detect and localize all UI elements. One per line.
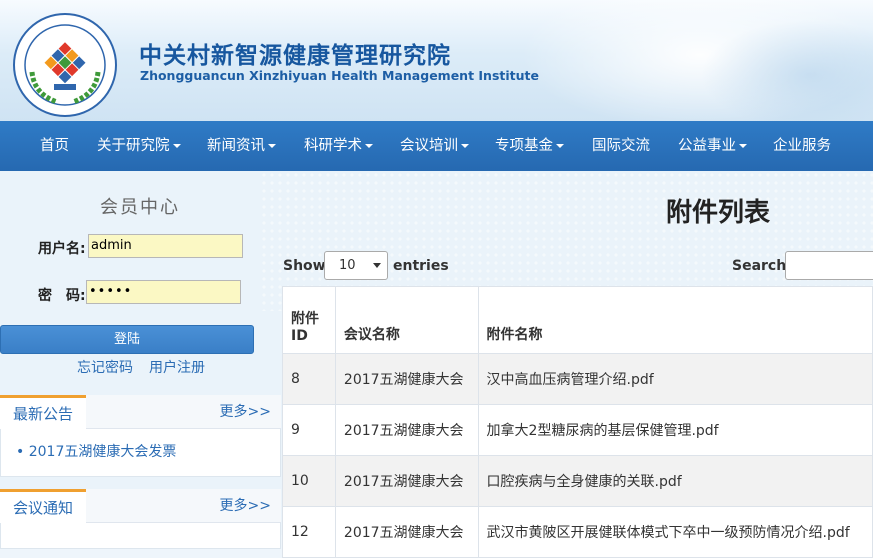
cell-file-link[interactable]: 口腔疾病与全身健康的关联.pdf bbox=[477, 455, 873, 507]
site-header: 中关村新智源健康管理研究院 Zhongguancun Xinzhiyuan He… bbox=[0, 0, 873, 121]
nav-item-charity[interactable]: 公益事业 bbox=[678, 121, 747, 171]
nav-item-label: 企业服务 bbox=[773, 138, 831, 154]
nav-item-enterprise[interactable]: 企业服务 bbox=[773, 121, 831, 171]
nav-item-label: 首页 bbox=[40, 138, 69, 154]
column-header-id-line1: 附件 bbox=[291, 311, 319, 327]
announcements-more-link[interactable]: 更多>> bbox=[220, 395, 271, 429]
nav-item-research[interactable]: 科研学术 bbox=[304, 121, 373, 171]
column-header-id-line2: ID bbox=[291, 328, 308, 344]
caret-down-icon bbox=[461, 144, 469, 148]
table-row[interactable]: 10 2017五湖健康大会 口腔疾病与全身健康的关联.pdf bbox=[282, 455, 873, 507]
attachments-table: 附件 ID 会议名称 附件名称 8 2017五湖健康大会 汉中高血压病管理介绍.p… bbox=[282, 286, 873, 558]
register-link[interactable]: 用户注册 bbox=[149, 357, 205, 377]
entries-label: entries bbox=[393, 258, 449, 274]
table-header-row: 附件 ID 会议名称 附件名称 bbox=[282, 286, 873, 354]
cell-meeting: 2017五湖健康大会 bbox=[334, 404, 479, 456]
meetings-more-link[interactable]: 更多>> bbox=[220, 489, 271, 523]
caret-down-icon bbox=[556, 144, 564, 148]
search-label: Search: bbox=[732, 258, 792, 274]
password-label: 密 码: bbox=[38, 288, 86, 304]
meetings-header: 会议通知 更多>> bbox=[0, 489, 281, 523]
search-input[interactable] bbox=[785, 251, 873, 280]
member-center-title: 会员中心 bbox=[100, 197, 180, 218]
site-title-cn: 中关村新智源健康管理研究院 bbox=[139, 43, 451, 69]
nav-item-fund[interactable]: 专项基金 bbox=[495, 121, 564, 171]
password-input[interactable]: ••••• bbox=[86, 280, 241, 304]
meetings-tab[interactable]: 会议通知 bbox=[0, 489, 87, 523]
nav-item-news[interactable]: 新闻资讯 bbox=[207, 121, 276, 171]
nav-item-conference[interactable]: 会议培训 bbox=[400, 121, 469, 171]
announcements-tab[interactable]: 最新公告 bbox=[0, 395, 87, 429]
caret-down-icon bbox=[172, 144, 181, 148]
nav-item-international[interactable]: 国际交流 bbox=[592, 121, 650, 171]
table-row[interactable]: 12 2017五湖健康大会 武汉市黄陂区开展健联体模式下卒中一级预防情况介绍.p… bbox=[282, 506, 873, 558]
main-nav: 首页 关于研究院 新闻资讯 科研学术 会议培训 专项基金 国际交流 公益事业 企… bbox=[0, 121, 873, 171]
login-button[interactable]: 登陆 bbox=[0, 325, 254, 354]
column-header-id[interactable]: 附件 ID bbox=[282, 286, 336, 354]
site-title-en: Zhongguancun Xinzhiyuan Health Managemen… bbox=[140, 68, 539, 83]
cell-meeting: 2017五湖健康大会 bbox=[334, 455, 479, 507]
cell-id: 10 bbox=[282, 455, 336, 507]
caret-down-icon bbox=[268, 144, 276, 148]
column-header-file[interactable]: 附件名称 bbox=[477, 286, 873, 354]
header-cloud-decoration bbox=[700, 20, 873, 121]
cell-id: 9 bbox=[282, 404, 336, 456]
cell-file-link[interactable]: 武汉市黄陂区开展健联体模式下卒中一级预防情况介绍.pdf bbox=[477, 506, 873, 558]
chevron-down-icon bbox=[373, 263, 381, 268]
nav-item-label: 新闻资讯 bbox=[207, 138, 265, 154]
announcements-header: 最新公告 更多>> bbox=[0, 395, 281, 429]
page-title: 附件列表 bbox=[666, 198, 771, 228]
announcement-link[interactable]: 2017五湖健康大会发票 bbox=[29, 444, 177, 460]
nav-item-home[interactable]: 首页 bbox=[40, 121, 69, 171]
cell-id: 8 bbox=[282, 353, 336, 405]
forgot-password-link[interactable]: 忘记密码 bbox=[77, 357, 133, 377]
username-input[interactable]: admin bbox=[88, 234, 243, 258]
cell-file-link[interactable]: 加拿大2型糖尿病的基层保健管理.pdf bbox=[477, 404, 873, 456]
column-header-meeting[interactable]: 会议名称 bbox=[334, 286, 479, 354]
table-row[interactable]: 9 2017五湖健康大会 加拿大2型糖尿病的基层保健管理.pdf bbox=[282, 404, 873, 456]
nav-item-label: 关于研究院 bbox=[97, 138, 170, 154]
caret-down-icon bbox=[739, 144, 747, 148]
cell-meeting: 2017五湖健康大会 bbox=[334, 353, 479, 405]
cell-file-link[interactable]: 汉中高血压病管理介绍.pdf bbox=[477, 353, 873, 405]
nav-item-label: 专项基金 bbox=[495, 138, 553, 154]
institute-seal-logo-icon[interactable] bbox=[12, 12, 118, 118]
list-item[interactable]: • 2017五湖健康大会发票 bbox=[16, 441, 176, 461]
table-row[interactable]: 8 2017五湖健康大会 汉中高血压病管理介绍.pdf bbox=[282, 353, 873, 405]
username-label: 用户名: bbox=[38, 241, 86, 257]
nav-item-label: 会议培训 bbox=[400, 138, 458, 154]
caret-down-icon bbox=[365, 144, 373, 148]
nav-item-label: 国际交流 bbox=[592, 138, 650, 154]
entries-select[interactable]: 10 bbox=[324, 251, 388, 280]
nav-item-about[interactable]: 关于研究院 bbox=[97, 121, 181, 171]
cell-meeting: 2017五湖健康大会 bbox=[334, 506, 479, 558]
entries-select-value: 10 bbox=[339, 258, 356, 273]
cell-id: 12 bbox=[282, 506, 336, 558]
show-label: Show bbox=[283, 258, 326, 274]
nav-item-label: 科研学术 bbox=[304, 138, 362, 154]
nav-item-label: 公益事业 bbox=[678, 138, 736, 154]
